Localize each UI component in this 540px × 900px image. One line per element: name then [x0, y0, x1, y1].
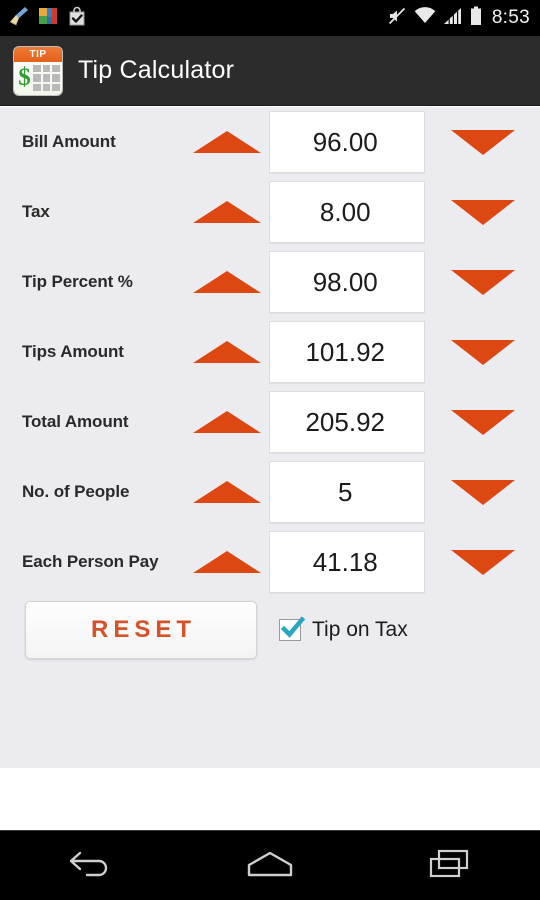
- increment-button[interactable]: [184, 341, 269, 363]
- triangle-down-icon[interactable]: [450, 199, 515, 225]
- row-label: Each Person Pay: [22, 552, 159, 571]
- wifi-icon: [414, 6, 436, 30]
- cellular-signal-icon: [443, 7, 463, 30]
- row-label: No. of People: [22, 482, 130, 501]
- system-navigation-bar: [0, 830, 540, 900]
- volume-mute-icon: [387, 6, 407, 31]
- value-input[interactable]: 98.00: [269, 251, 426, 313]
- battery-icon: [470, 6, 482, 31]
- nav-recents-button[interactable]: [390, 831, 510, 900]
- calculator-content: Bill Amount 96.00 Tax 8.00 Tip Percent % 98.0…: [0, 107, 540, 768]
- tip-on-tax-label: Tip on Tax: [312, 618, 408, 641]
- triangle-up-icon[interactable]: [192, 411, 261, 433]
- triangle-up-icon[interactable]: [192, 481, 261, 503]
- increment-button[interactable]: [184, 201, 269, 223]
- status-bar-system-icons: 8:53: [387, 6, 530, 31]
- value-input[interactable]: 96.00: [269, 111, 426, 173]
- row-label: Bill Amount: [22, 132, 116, 151]
- row-label: Tip Percent %: [22, 272, 133, 291]
- reset-button[interactable]: RESET: [25, 601, 257, 659]
- calculator-row: Tax 8.00: [0, 177, 540, 247]
- triangle-up-icon[interactable]: [192, 131, 261, 153]
- triangle-up-icon[interactable]: [192, 271, 261, 293]
- triangle-down-icon[interactable]: [450, 129, 515, 155]
- triangle-up-icon[interactable]: [192, 341, 261, 363]
- triangle-down-icon[interactable]: [450, 549, 515, 575]
- calculator-row: Tip Percent % 98.00: [0, 247, 540, 317]
- value-input[interactable]: 205.92: [269, 391, 426, 453]
- calculator-row: Bill Amount 96.00: [0, 107, 540, 177]
- calculator-rows: Bill Amount 96.00 Tax 8.00 Tip Percent % 98.0…: [0, 107, 540, 597]
- home-icon: [245, 848, 295, 885]
- triangle-up-icon[interactable]: [192, 201, 261, 223]
- increment-button[interactable]: [184, 271, 269, 293]
- tip-calculator-app-icon: TIP $: [14, 46, 62, 95]
- decrement-button[interactable]: [425, 129, 540, 155]
- calculator-row: Tips Amount 101.92: [0, 317, 540, 387]
- status-bar-notification-icons: [8, 5, 88, 32]
- increment-button[interactable]: [184, 411, 269, 433]
- tip-on-tax-checkbox[interactable]: [279, 616, 306, 641]
- actions-row: RESET Tip on Tax: [0, 595, 540, 665]
- below-content-filler: [0, 768, 540, 830]
- android-device-screen: 8:53 TIP $ Tip Calculator Bill Amount 96.…: [0, 0, 540, 900]
- decrement-button[interactable]: [425, 269, 540, 295]
- status-bar: 8:53: [0, 0, 540, 36]
- calculator-row: No. of People 5: [0, 457, 540, 527]
- back-arrow-icon: [67, 848, 113, 885]
- decrement-button[interactable]: [425, 409, 540, 435]
- value-input[interactable]: 101.92: [269, 321, 426, 383]
- increment-button[interactable]: [184, 131, 269, 153]
- decrement-button[interactable]: [425, 479, 540, 505]
- decrement-button[interactable]: [425, 199, 540, 225]
- play-store-bag-icon: [66, 5, 88, 32]
- row-label: Tips Amount: [22, 342, 124, 361]
- app-icon-dollar-sign: $: [18, 63, 31, 91]
- app-icon-grid: [33, 64, 60, 92]
- value-input[interactable]: 41.18: [269, 531, 426, 593]
- triangle-down-icon[interactable]: [450, 269, 515, 295]
- cleaner-broom-icon: [8, 5, 30, 32]
- nav-back-button[interactable]: [30, 831, 150, 900]
- value-input[interactable]: 5: [269, 461, 426, 523]
- calculator-row: Total Amount 205.92: [0, 387, 540, 457]
- app-grid-icon: [37, 5, 59, 32]
- value-input[interactable]: 8.00: [269, 181, 426, 243]
- increment-button[interactable]: [184, 551, 269, 573]
- app-action-bar: TIP $ Tip Calculator: [0, 36, 540, 106]
- decrement-button[interactable]: [425, 549, 540, 575]
- nav-home-button[interactable]: [210, 831, 330, 900]
- page-title: Tip Calculator: [78, 56, 235, 84]
- row-label: Tax: [22, 202, 50, 221]
- triangle-down-icon[interactable]: [450, 409, 515, 435]
- triangle-down-icon[interactable]: [450, 339, 515, 365]
- checkmark-icon: [280, 616, 306, 638]
- triangle-up-icon[interactable]: [192, 551, 261, 573]
- tip-on-tax-checkbox-row[interactable]: Tip on Tax: [279, 616, 408, 642]
- triangle-down-icon[interactable]: [450, 479, 515, 505]
- status-bar-clock: 8:53: [491, 7, 530, 28]
- increment-button[interactable]: [184, 481, 269, 503]
- row-label: Total Amount: [22, 412, 129, 431]
- calculator-row: Each Person Pay 41.18: [0, 527, 540, 597]
- app-icon-tip-badge: TIP: [14, 46, 62, 62]
- recent-apps-icon: [427, 848, 473, 885]
- decrement-button[interactable]: [425, 339, 540, 365]
